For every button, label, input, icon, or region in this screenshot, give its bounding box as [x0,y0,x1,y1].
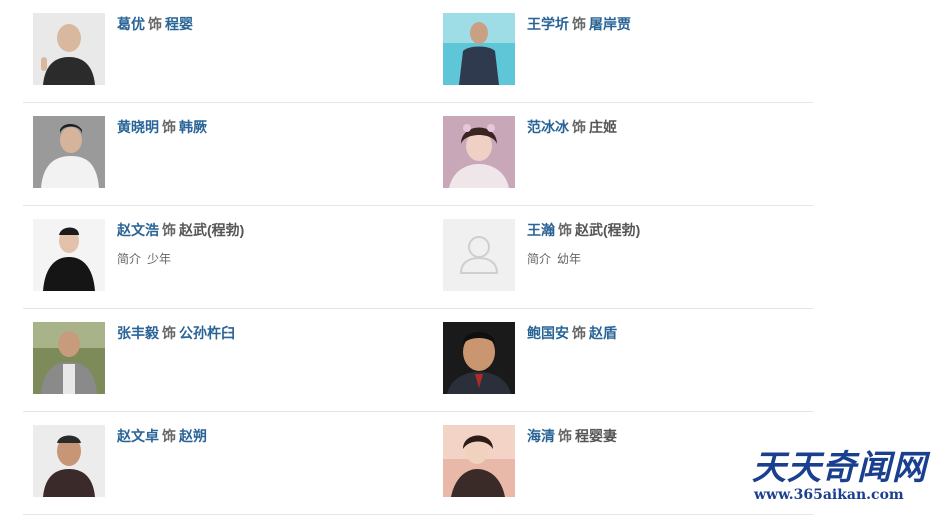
actor-photo[interactable] [33,425,105,497]
cast-row: 赵文浩饰赵武(程勃) 简介 少年 王瀚饰赵武(程勃) 简介 幼年 [23,206,813,309]
intro-line: 简介 少年 [117,251,387,267]
role-line: 黄晓明饰韩厥 [117,118,387,136]
photo-portrait-icon [443,116,515,188]
cast-row: 葛优饰程婴 王学圻饰屠岸贾 [23,0,813,103]
intro-value: 少年 [147,252,172,266]
actor-photo[interactable] [33,13,105,85]
as-word: 饰 [162,119,176,135]
actor-photo[interactable] [33,322,105,394]
cast-list: 葛优饰程婴 王学圻饰屠岸贾 黄晓明 饰 韩厥 范冰冰 饰 庄姬 赵文浩 饰 赵武… [23,0,813,515]
actor-name-link[interactable]: 赵文浩 [117,222,159,238]
cast-item: 赵文卓饰赵朔 [33,425,393,505]
default-user-icon [443,219,515,291]
role-name-link[interactable]: 屠岸贾 [589,16,631,32]
photo-portrait-icon [443,13,515,85]
intro-label: 简介 [527,252,552,266]
cast-item: 王瀚饰赵武(程勃) 简介 幼年 [443,219,803,299]
actor-name-link[interactable]: 海清 [527,428,555,444]
role-name-link[interactable]: 赵盾 [589,325,617,341]
actor-name-link[interactable]: 葛优 [117,16,145,32]
actor-photo[interactable] [443,116,515,188]
photo-portrait-icon [33,322,105,394]
actor-name-link[interactable]: 黄晓明 [117,119,159,135]
actor-name-link[interactable]: 鲍国安 [527,325,569,341]
watermark-title: 天天奇闻网 [752,448,927,488]
role-line: 葛优饰程婴 [117,15,387,33]
cast-info: 鲍国安饰赵盾 [527,324,797,342]
actor-photo[interactable] [443,425,515,497]
site-watermark: 天天奇闻网 www.365aikan.com [748,440,933,506]
cast-info: 赵文卓饰赵朔 [117,427,387,445]
role-name: 赵武(程勃) [575,222,641,238]
cast-info: 葛优饰程婴 [117,15,387,33]
as-word: 饰 [558,428,572,444]
photo-portrait-icon [33,116,105,188]
as-word: 饰 [162,325,176,341]
cast-item: 张丰毅饰公孙杵臼 [33,322,393,402]
watermark-url: www.365aikan.com [754,487,904,503]
as-word: 饰 [162,222,176,238]
cast-item: 范冰冰饰庄姬 [443,116,803,196]
actor-photo[interactable] [33,116,105,188]
role-name: 程婴妻 [575,428,617,444]
cast-row: 张丰毅饰公孙杵臼 鲍国安饰赵盾 [23,309,813,412]
cast-info: 王学圻饰屠岸贾 [527,15,797,33]
cast-item: 葛优饰程婴 [33,13,393,93]
actor-name-link[interactable]: 王学圻 [527,16,569,32]
actor-photo[interactable] [443,13,515,85]
cast-row: 赵文卓饰赵朔 海清饰程婴妻 [23,412,813,515]
role-name-link[interactable]: 公孙杵臼 [179,325,235,341]
photo-portrait-icon [443,322,515,394]
role-line: 鲍国安饰赵盾 [527,324,797,342]
cast-item: 鲍国安饰赵盾 [443,322,803,402]
actor-photo[interactable] [443,322,515,394]
cast-info: 赵文浩饰赵武(程勃) 简介 少年 [117,221,387,267]
cast-info: 张丰毅饰公孙杵臼 [117,324,387,342]
actor-name-link[interactable]: 范冰冰 [527,119,569,135]
role-name-link[interactable]: 韩厥 [179,119,207,135]
intro-line: 简介 幼年 [527,251,797,267]
as-word: 饰 [572,16,586,32]
cast-item: 黄晓明饰韩厥 [33,116,393,196]
intro-value: 幼年 [557,252,582,266]
actor-name-link[interactable]: 王瀚 [527,222,555,238]
actor-name-link[interactable]: 赵文卓 [117,428,159,444]
photo-portrait-icon [443,425,515,497]
cast-item: 赵文浩饰赵武(程勃) 简介 少年 [33,219,393,299]
photo-portrait-icon [33,13,105,85]
role-line: 王瀚饰赵武(程勃) [527,221,797,239]
role-line: 赵文卓饰赵朔 [117,427,387,445]
cast-row: 黄晓明饰韩厥 范冰冰饰庄姬 [23,103,813,206]
cast-info: 范冰冰饰庄姬 [527,118,797,136]
role-line: 张丰毅饰公孙杵臼 [117,324,387,342]
actor-name-link[interactable]: 张丰毅 [117,325,159,341]
cast-info: 王瀚饰赵武(程勃) 简介 幼年 [527,221,797,267]
as-word: 饰 [162,428,176,444]
role-line: 王学圻饰屠岸贾 [527,15,797,33]
role-line: 范冰冰饰庄姬 [527,118,797,136]
photo-portrait-icon [33,219,105,291]
role-line: 赵文浩饰赵武(程勃) [117,221,387,239]
intro-label: 简介 [117,252,142,266]
photo-portrait-icon [33,425,105,497]
role-name-link[interactable]: 程婴 [165,16,193,32]
role-name: 庄姬 [589,119,617,135]
role-name-link[interactable]: 赵朔 [179,428,207,444]
actor-photo[interactable] [33,219,105,291]
as-word: 饰 [148,16,162,32]
actor-photo[interactable] [443,219,515,291]
as-word: 饰 [558,222,572,238]
role-name: 赵武(程勃) [179,222,245,238]
cast-info: 黄晓明饰韩厥 [117,118,387,136]
as-word: 饰 [572,119,586,135]
as-word: 饰 [572,325,586,341]
cast-item: 王学圻饰屠岸贾 [443,13,803,93]
